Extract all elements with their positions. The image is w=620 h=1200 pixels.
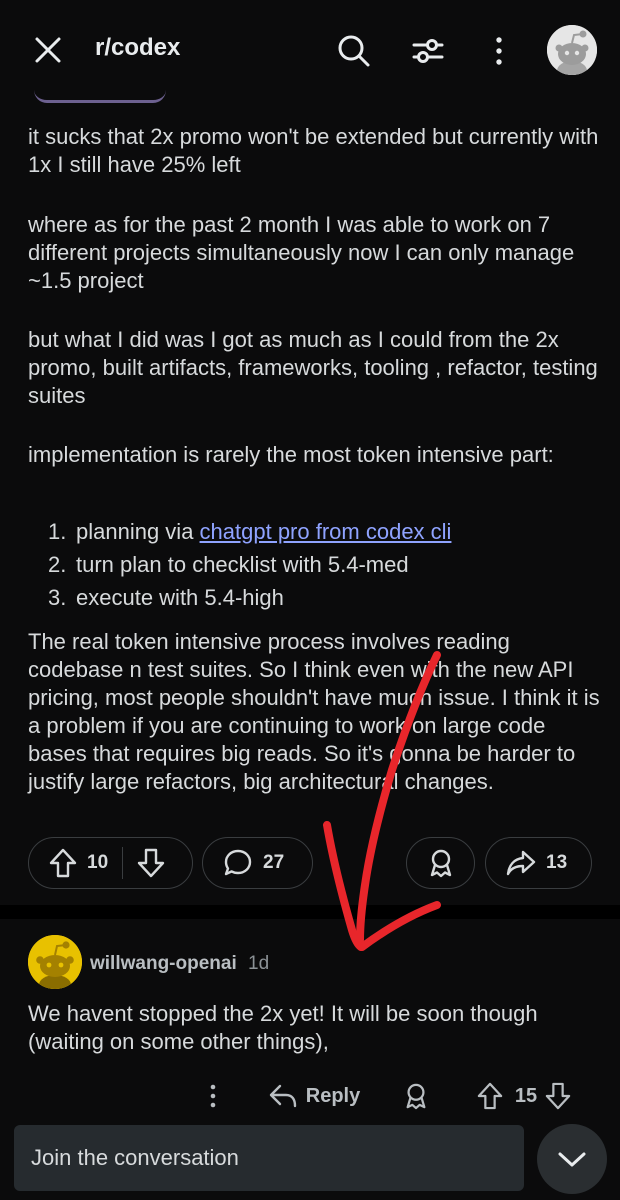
chatgpt-pro-link[interactable]: chatgpt pro from codex cli <box>200 519 452 544</box>
post-paragraph: The real token intensive process involve… <box>28 629 600 794</box>
reply-button[interactable]: Reply <box>264 1070 364 1122</box>
comment-body: We havent stopped the 2x yet! It will be… <box>28 1001 538 1054</box>
comment-vote-group: 15 <box>470 1070 578 1122</box>
share-count: 13 <box>546 852 568 873</box>
more-vertical-icon <box>496 37 502 65</box>
reply-arrow-icon <box>269 1084 296 1108</box>
upvote-count: 10 <box>87 852 109 873</box>
comment-vote-count: 15 <box>514 1084 538 1107</box>
list-number: 3. <box>48 585 67 610</box>
award-icon <box>430 849 451 878</box>
search-icon <box>338 35 370 67</box>
filter-button[interactable] <box>400 25 456 77</box>
comment-action-row: Reply 15 <box>0 1070 620 1122</box>
comment-count: 27 <box>263 852 285 873</box>
vote-pill: 10 <box>28 837 193 889</box>
filter-icon <box>412 39 444 63</box>
top-app-bar: r/codex <box>0 0 620 103</box>
list-item: 3. execute with 5.4-high <box>48 581 451 614</box>
post-paragraph: it sucks that 2x promo won't be extended… <box>28 124 599 177</box>
post-paragraph: where as for the past 2 month I was able… <box>28 212 575 293</box>
comment-award-button[interactable] <box>400 1070 432 1122</box>
snoo-avatar-icon <box>547 25 597 75</box>
close-icon <box>35 37 61 63</box>
post-flair-edge <box>34 90 166 103</box>
reply-label: Reply <box>305 1084 361 1107</box>
close-button[interactable] <box>22 27 74 73</box>
comments-button[interactable]: 27 <box>202 837 313 889</box>
list-item: 2. turn plan to checklist with 5.4-med <box>48 548 451 581</box>
share-button[interactable]: 13 <box>485 837 592 889</box>
upvote-icon[interactable] <box>477 1082 503 1110</box>
comment-more-button[interactable] <box>198 1070 228 1122</box>
list-item: 1. planning via chatgpt pro from codex c… <box>48 515 451 548</box>
search-button[interactable] <box>326 25 382 77</box>
more-options-button[interactable] <box>476 25 522 77</box>
list-text: planning via chatgpt pro from codex cli <box>76 519 452 544</box>
list-text: turn plan to checklist with 5.4-med <box>76 552 409 577</box>
comment-author[interactable]: willwang-openai <box>90 953 237 975</box>
user-avatar[interactable] <box>547 25 597 75</box>
subreddit-title[interactable]: r/codex <box>95 34 180 62</box>
list-number: 1. <box>48 519 67 544</box>
collapse-button[interactable] <box>537 1124 607 1194</box>
post-paragraph: implementation is rarely the most token … <box>28 442 554 467</box>
post-ordered-list: 1. planning via chatgpt pro from codex c… <box>48 515 451 614</box>
comment-avatar[interactable] <box>28 935 82 989</box>
snoo-avatar-icon <box>28 935 82 989</box>
post-paragraph: but what I did was I got as much as I co… <box>28 327 598 408</box>
upvote-icon[interactable] <box>49 848 77 878</box>
comment-bubble-icon <box>224 849 252 876</box>
downvote-icon[interactable] <box>545 1082 571 1110</box>
list-text: execute with 5.4-high <box>76 585 284 610</box>
list-number: 2. <box>48 552 67 577</box>
award-button[interactable] <box>406 837 475 889</box>
join-conversation-input[interactable]: Join the conversation <box>14 1125 524 1191</box>
section-divider <box>0 905 620 919</box>
chevron-down-icon <box>558 1152 586 1167</box>
post-action-row: 10 27 13 <box>0 837 620 891</box>
vote-divider <box>122 847 124 879</box>
downvote-icon[interactable] <box>137 848 165 878</box>
share-arrow-icon <box>506 850 536 876</box>
comment-timestamp: 1d <box>248 953 270 974</box>
more-vertical-icon <box>210 1084 216 1108</box>
award-icon <box>406 1083 426 1110</box>
